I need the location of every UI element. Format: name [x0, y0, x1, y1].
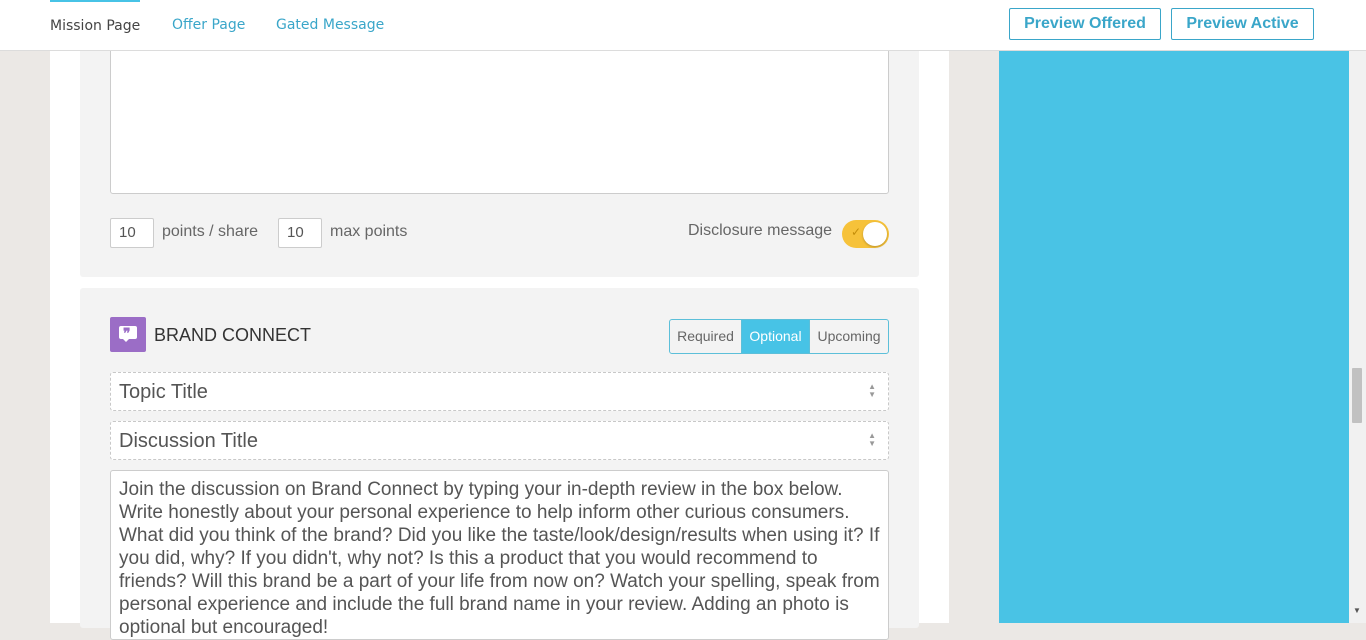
- discussion-title-select[interactable]: Discussion Title ▲ ▼: [110, 421, 889, 460]
- check-icon: ✓: [851, 225, 862, 239]
- scroll-down-icon[interactable]: ▼: [1353, 606, 1361, 615]
- status-upcoming-option[interactable]: Upcoming: [810, 320, 888, 353]
- topic-title-placeholder: Topic Title: [119, 381, 208, 403]
- disclosure-toggle[interactable]: ✓: [842, 220, 889, 248]
- brand-connect-instructions-textarea[interactable]: Join the discussion on Brand Connect by …: [110, 470, 889, 640]
- sort-arrows-icon: ▲ ▼: [868, 431, 876, 448]
- discussion-title-placeholder: Discussion Title: [119, 430, 258, 452]
- status-optional-option[interactable]: Optional: [742, 320, 810, 353]
- preview-offered-button[interactable]: Preview Offered: [1009, 8, 1161, 40]
- max-points-input[interactable]: 10: [278, 218, 322, 248]
- top-navigation-bar: Mission Page Offer Page Gated Message Pr…: [0, 0, 1366, 51]
- toggle-knob: [863, 222, 887, 246]
- points-per-share-input[interactable]: 10: [110, 218, 154, 248]
- share-message-textarea[interactable]: [110, 40, 889, 194]
- points-per-share-label: points / share: [162, 223, 259, 240]
- tab-mission-page[interactable]: Mission Page: [50, 0, 141, 52]
- tab-gated-message[interactable]: Gated Message: [276, 0, 384, 50]
- page-scrollbar[interactable]: ▼: [1349, 0, 1366, 623]
- disclosure-message-label: Disclosure message: [688, 222, 833, 239]
- status-required-option[interactable]: Required: [670, 320, 742, 353]
- preview-active-button[interactable]: Preview Active: [1171, 8, 1314, 40]
- topic-title-select[interactable]: Topic Title ▲ ▼: [110, 372, 889, 411]
- scrollbar-thumb[interactable]: [1352, 368, 1362, 423]
- max-points-label: max points: [330, 223, 408, 240]
- preview-sidebar: [999, 0, 1349, 623]
- brand-connect-title: BRAND CONNECT: [154, 325, 312, 345]
- status-segmented-control: Required Optional Upcoming: [669, 319, 889, 354]
- chat-bubble-icon: ❞: [110, 317, 146, 352]
- tab-offer-page[interactable]: Offer Page: [172, 0, 245, 50]
- sort-arrows-icon: ▲ ▼: [868, 382, 876, 399]
